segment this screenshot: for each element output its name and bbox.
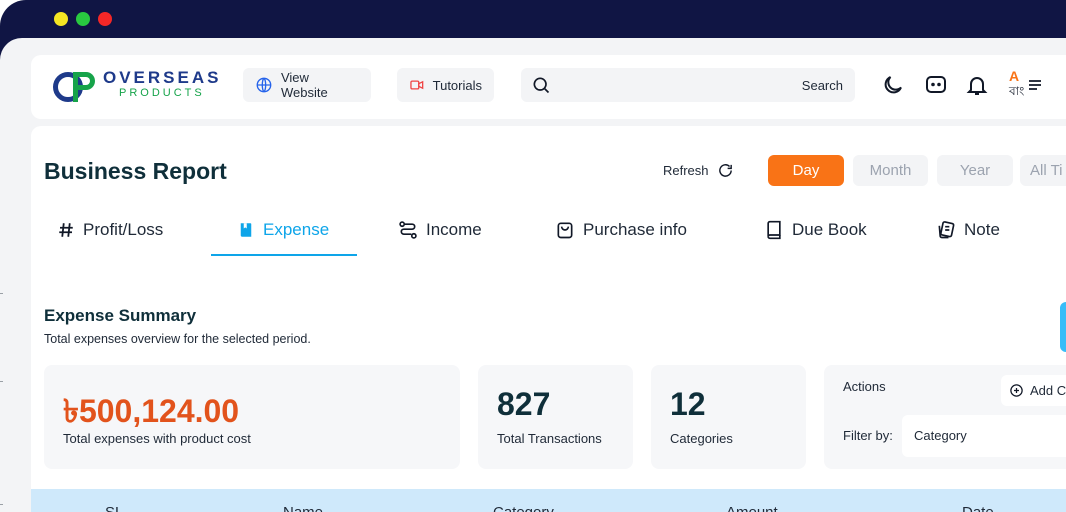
brand-name-top: OVERSEAS [103, 68, 222, 87]
search-button-label[interactable]: Search [802, 78, 843, 93]
tutorials-label: Tutorials [432, 77, 482, 93]
tab-purchase-info[interactable]: Purchase info [555, 220, 687, 240]
search-input[interactable]: Search [521, 68, 855, 102]
period-all-time-button[interactable]: All Ti [1020, 155, 1066, 186]
add-category-button[interactable]: Add C [1001, 375, 1066, 406]
shopping-bag-icon [557, 222, 573, 239]
lines-icon [1029, 80, 1041, 90]
column-header-category[interactable]: Category [493, 504, 554, 512]
actions-label: Actions [843, 379, 886, 394]
active-tab-underline [211, 254, 357, 256]
app-screen: OVERSEAS PRODUCTS View Website Tutorials [0, 38, 1066, 512]
transactions-value: 827 [497, 386, 551, 422]
language-switch[interactable]: A বাং [1009, 68, 1045, 102]
tab-purchase-info-label: Purchase info [583, 220, 687, 239]
tab-expense-label: Expense [263, 220, 330, 239]
summary-title: Expense Summary [44, 306, 197, 325]
close-button[interactable] [98, 12, 112, 26]
tab-expense[interactable]: Expense [237, 220, 329, 240]
moon-icon[interactable] [881, 73, 905, 97]
column-header-name[interactable]: Name [283, 504, 323, 512]
table-header: SL Name Category Amount Date [31, 489, 1066, 512]
business-report-card: Business Report Refresh Day Month Year A… [31, 126, 1066, 512]
route-icon [399, 221, 417, 239]
window-controls [54, 12, 112, 26]
search-icon [533, 77, 550, 94]
app-window: OVERSEAS PRODUCTS View Website Tutorials [0, 0, 1066, 512]
categories-card: 12 Categories [651, 365, 806, 469]
period-year-button[interactable]: Year [937, 155, 1013, 186]
filter-select[interactable]: Category [902, 415, 1066, 457]
language-letter-bn: বাং [1009, 84, 1025, 98]
blue-action-button-edge[interactable] [1060, 302, 1066, 352]
brand-name-bottom: PRODUCTS [119, 87, 205, 99]
plus-circle-icon [1010, 384, 1023, 397]
tab-profit-loss-label: Profit/Loss [83, 220, 164, 239]
refresh-label: Refresh [663, 163, 709, 178]
chat-icon[interactable] [924, 73, 948, 97]
top-header: OVERSEAS PRODUCTS View Website Tutorials [31, 55, 1066, 119]
report-tabs: Profit/Loss Expense Income Purchase info… [31, 216, 1066, 262]
notes-icon [938, 221, 955, 239]
tab-profit-loss[interactable]: Profit/Loss [57, 220, 163, 240]
minimize-button[interactable] [54, 12, 68, 26]
book-bookmark-icon [240, 223, 252, 237]
transactions-card: 827 Total Transactions [478, 365, 633, 469]
brand-logo[interactable]: OVERSEAS PRODUCTS [53, 68, 223, 104]
maximize-button[interactable] [76, 12, 90, 26]
bell-icon[interactable] [965, 73, 989, 97]
actions-card: Actions Add C Filter by: Category [824, 365, 1066, 469]
summary-subtitle: Total expenses overview for the selected… [44, 332, 311, 346]
categories-label: Categories [670, 431, 733, 446]
refresh-button[interactable]: Refresh [663, 162, 734, 179]
period-day-button[interactable]: Day [768, 155, 844, 186]
column-header-sl[interactable]: SL [105, 504, 123, 512]
tutorials-button[interactable]: Tutorials [397, 68, 494, 102]
tab-note[interactable]: Note [936, 220, 1000, 240]
tab-note-label: Note [964, 220, 1000, 239]
period-month-button[interactable]: Month [853, 155, 928, 186]
add-category-label: Add C [1030, 383, 1066, 398]
column-header-date[interactable]: Date [962, 504, 994, 512]
logo-mark [53, 70, 101, 104]
total-expense-label: Total expenses with product cost [63, 431, 251, 446]
tab-due-book[interactable]: Due Book [764, 220, 867, 240]
categories-value: 12 [670, 386, 706, 422]
book-icon [767, 220, 781, 240]
edge-ticks [0, 38, 4, 512]
tab-due-book-label: Due Book [792, 220, 867, 239]
video-icon [410, 80, 424, 90]
hash-icon [59, 223, 73, 237]
total-expense-card: ৳500,124.00 Total expenses with product … [44, 365, 460, 469]
column-header-amount[interactable]: Amount [726, 504, 778, 512]
view-website-button[interactable]: View Website [243, 68, 371, 102]
globe-icon [256, 77, 272, 93]
tab-income[interactable]: Income [398, 220, 482, 240]
transactions-label: Total Transactions [497, 431, 602, 446]
page-title: Business Report [44, 158, 227, 184]
view-website-label: View Website [280, 70, 328, 100]
refresh-icon [718, 164, 732, 177]
tab-income-label: Income [426, 220, 482, 239]
filter-label: Filter by: [843, 428, 893, 443]
language-letter-en: A [1009, 68, 1020, 84]
